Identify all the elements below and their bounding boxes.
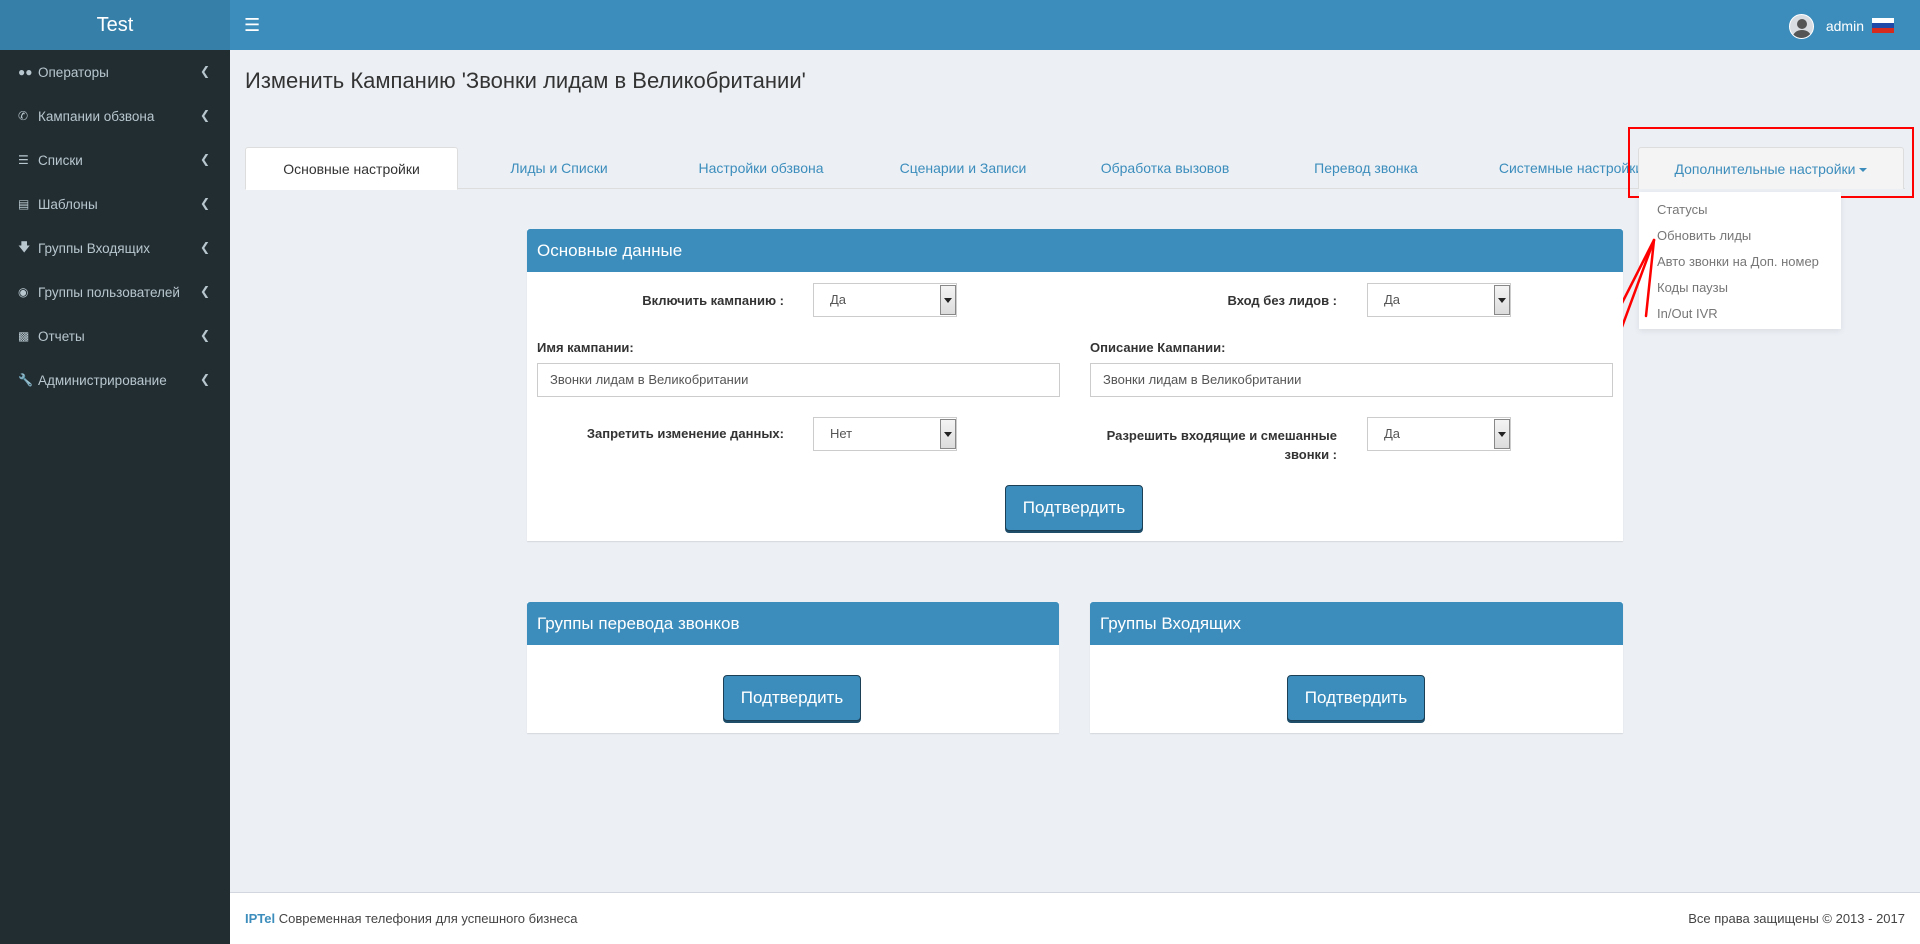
enable-campaign-select[interactable]: Да bbox=[813, 283, 957, 317]
chevron-left-icon: ❮ bbox=[199, 196, 210, 210]
no-leads-login-select[interactable]: Да bbox=[1367, 283, 1511, 317]
bar-chart-icon: ▩ bbox=[18, 329, 30, 343]
enable-campaign-label: Включить кампанию : bbox=[642, 293, 784, 308]
chevron-left-icon: ❮ bbox=[199, 152, 210, 166]
dropdown-arrow-icon bbox=[1494, 419, 1510, 449]
transfer-submit-button[interactable]: Подтвердить bbox=[723, 675, 861, 721]
submit-button[interactable]: Подтвердить bbox=[1005, 485, 1143, 531]
wrench-icon: 🔧 bbox=[18, 373, 33, 387]
campaign-description-label: Описание Кампании: bbox=[1090, 340, 1226, 355]
page-title: Изменить Кампанию 'Звонки лидам в Велико… bbox=[245, 68, 806, 93]
sidebar-item-label: Администрирование bbox=[38, 372, 167, 388]
sidebar-item-templates[interactable]: ▤ Шаблоны ❮ bbox=[0, 182, 230, 226]
box-title: Группы перевода звонков bbox=[527, 602, 1059, 645]
inbound-submit-button[interactable]: Подтвердить bbox=[1287, 675, 1425, 721]
list-icon: ☰ bbox=[18, 153, 29, 167]
select-value: Нет bbox=[830, 426, 853, 441]
label-line: Разрешить входящие и смешанные bbox=[1106, 428, 1337, 443]
dropdown-arrow-icon bbox=[940, 419, 956, 449]
sidebar-item-inbound-groups[interactable]: 🡇 Группы Входящих ❮ bbox=[0, 226, 230, 270]
box-title: Группы Входящих bbox=[1090, 602, 1623, 645]
select-value: Да bbox=[830, 292, 847, 307]
dropdown-item-auto-alt-dial[interactable]: Авто звонки на Доп. номер bbox=[1639, 249, 1841, 275]
sidebar-item-label: Отчеты bbox=[38, 328, 85, 344]
sidebar-item-label: Операторы bbox=[38, 64, 109, 80]
sidebar-item-label: Кампании обзвона bbox=[38, 108, 155, 124]
tab-leads-lists[interactable]: Лиды и Списки bbox=[458, 147, 660, 189]
footer-brand[interactable]: IPTel bbox=[245, 911, 275, 926]
phone-icon: ✆ bbox=[18, 109, 29, 123]
sidebar-item-label: Списки bbox=[38, 152, 83, 168]
highlight-box bbox=[1628, 127, 1914, 198]
campaign-description-input[interactable]: Звонки лидам в Великобритании bbox=[1090, 363, 1613, 397]
sidebar-item-label: Шаблоны bbox=[38, 196, 98, 212]
top-navbar: ☰ admin bbox=[230, 0, 1920, 50]
footer: IPTel Современная телефония для успешног… bbox=[230, 892, 1920, 944]
sidebar-item-label: Группы пользователей bbox=[38, 284, 180, 300]
file-icon: ▤ bbox=[18, 197, 30, 211]
tab-call-handling[interactable]: Обработка вызовов bbox=[1064, 147, 1266, 189]
allow-inbound-blended-select[interactable]: Да bbox=[1367, 417, 1511, 451]
campaign-name-input[interactable]: Звонки лидам в Великобритании bbox=[537, 363, 1060, 397]
sidebar-item-user-groups[interactable]: ◉ Группы пользователей ❮ bbox=[0, 270, 230, 314]
dropdown-arrow-icon bbox=[1494, 285, 1510, 315]
chevron-left-icon: ❮ bbox=[199, 240, 210, 254]
dropdown-item-refresh-leads[interactable]: Обновить лиды bbox=[1639, 223, 1841, 249]
footer-copyright: Все права защищены © 2013 - 2017 bbox=[1688, 911, 1905, 926]
user-name: admin bbox=[1825, 18, 1864, 34]
chevron-left-icon: ❮ bbox=[199, 64, 210, 78]
language-flag-icon[interactable] bbox=[1872, 18, 1894, 33]
avatar bbox=[1788, 13, 1814, 39]
select-value: Да bbox=[1384, 426, 1401, 441]
user-menu[interactable]: admin bbox=[1788, 13, 1864, 39]
tab-scripts-recordings[interactable]: Сценарии и Записи bbox=[862, 147, 1064, 189]
sidebar-item-operators[interactable]: ●● Операторы ❮ bbox=[0, 50, 230, 94]
sidebar-item-campaigns[interactable]: ✆ Кампании обзвона ❮ bbox=[0, 94, 230, 138]
campaign-name-label: Имя кампании: bbox=[537, 340, 634, 355]
dropdown-arrow-icon bbox=[940, 285, 956, 315]
sidebar-item-reports[interactable]: ▩ Отчеты ❮ bbox=[0, 314, 230, 358]
chevron-left-icon: ❮ bbox=[199, 328, 210, 342]
arrow-down-icon: 🡇 bbox=[18, 239, 31, 254]
forbid-data-change-select[interactable]: Нет bbox=[813, 417, 957, 451]
users-icon: ●● bbox=[18, 65, 33, 79]
main-data-box: Основные данные Включить кампанию : Да В… bbox=[527, 229, 1623, 541]
box-title: Основные данные bbox=[527, 229, 1623, 272]
inbound-groups-box: Группы Входящих Подтвердить bbox=[1090, 602, 1623, 733]
user-circle-icon: ◉ bbox=[18, 285, 29, 299]
dropdown-item-inout-ivr[interactable]: In/Out IVR bbox=[1639, 301, 1841, 327]
sidebar-item-administration[interactable]: 🔧 Администрирование ❮ bbox=[0, 358, 230, 402]
sidebar-item-lists[interactable]: ☰ Списки ❮ bbox=[0, 138, 230, 182]
allow-inbound-blended-label: Разрешить входящие и смешанные звонки : bbox=[1087, 426, 1337, 464]
dropdown-item-statuses[interactable]: Статусы bbox=[1639, 197, 1841, 223]
forbid-data-change-label: Запретить изменение данных: bbox=[586, 426, 784, 441]
chevron-left-icon: ❮ bbox=[199, 284, 210, 298]
tab-dialing-settings[interactable]: Настройки обзвона bbox=[660, 147, 862, 189]
footer-tagline: Современная телефония для успешного бизн… bbox=[278, 911, 578, 926]
transfer-groups-box: Группы перевода звонков Подтвердить bbox=[527, 602, 1059, 733]
no-leads-login-label: Вход без лидов : bbox=[1227, 293, 1337, 308]
additional-settings-dropdown: Статусы Обновить лиды Авто звонки на Доп… bbox=[1639, 192, 1841, 329]
tab-call-transfer[interactable]: Перевод звонка bbox=[1266, 147, 1466, 189]
menu-toggle-icon[interactable]: ☰ bbox=[244, 12, 260, 38]
footer-left: IPTel Современная телефония для успешног… bbox=[245, 893, 577, 944]
select-value: Да bbox=[1384, 292, 1401, 307]
chevron-left-icon: ❮ bbox=[199, 108, 210, 122]
label-line: звонки : bbox=[1284, 447, 1337, 462]
sidebar: ●● Операторы ❮ ✆ Кампании обзвона ❮ ☰ Сп… bbox=[0, 50, 230, 944]
chevron-left-icon: ❮ bbox=[199, 372, 210, 386]
sidebar-item-label: Группы Входящих bbox=[38, 240, 150, 256]
dropdown-item-pause-codes[interactable]: Коды паузы bbox=[1639, 275, 1841, 301]
app-logo[interactable]: Test bbox=[0, 0, 230, 50]
tab-general-settings[interactable]: Основные настройки bbox=[245, 147, 458, 190]
